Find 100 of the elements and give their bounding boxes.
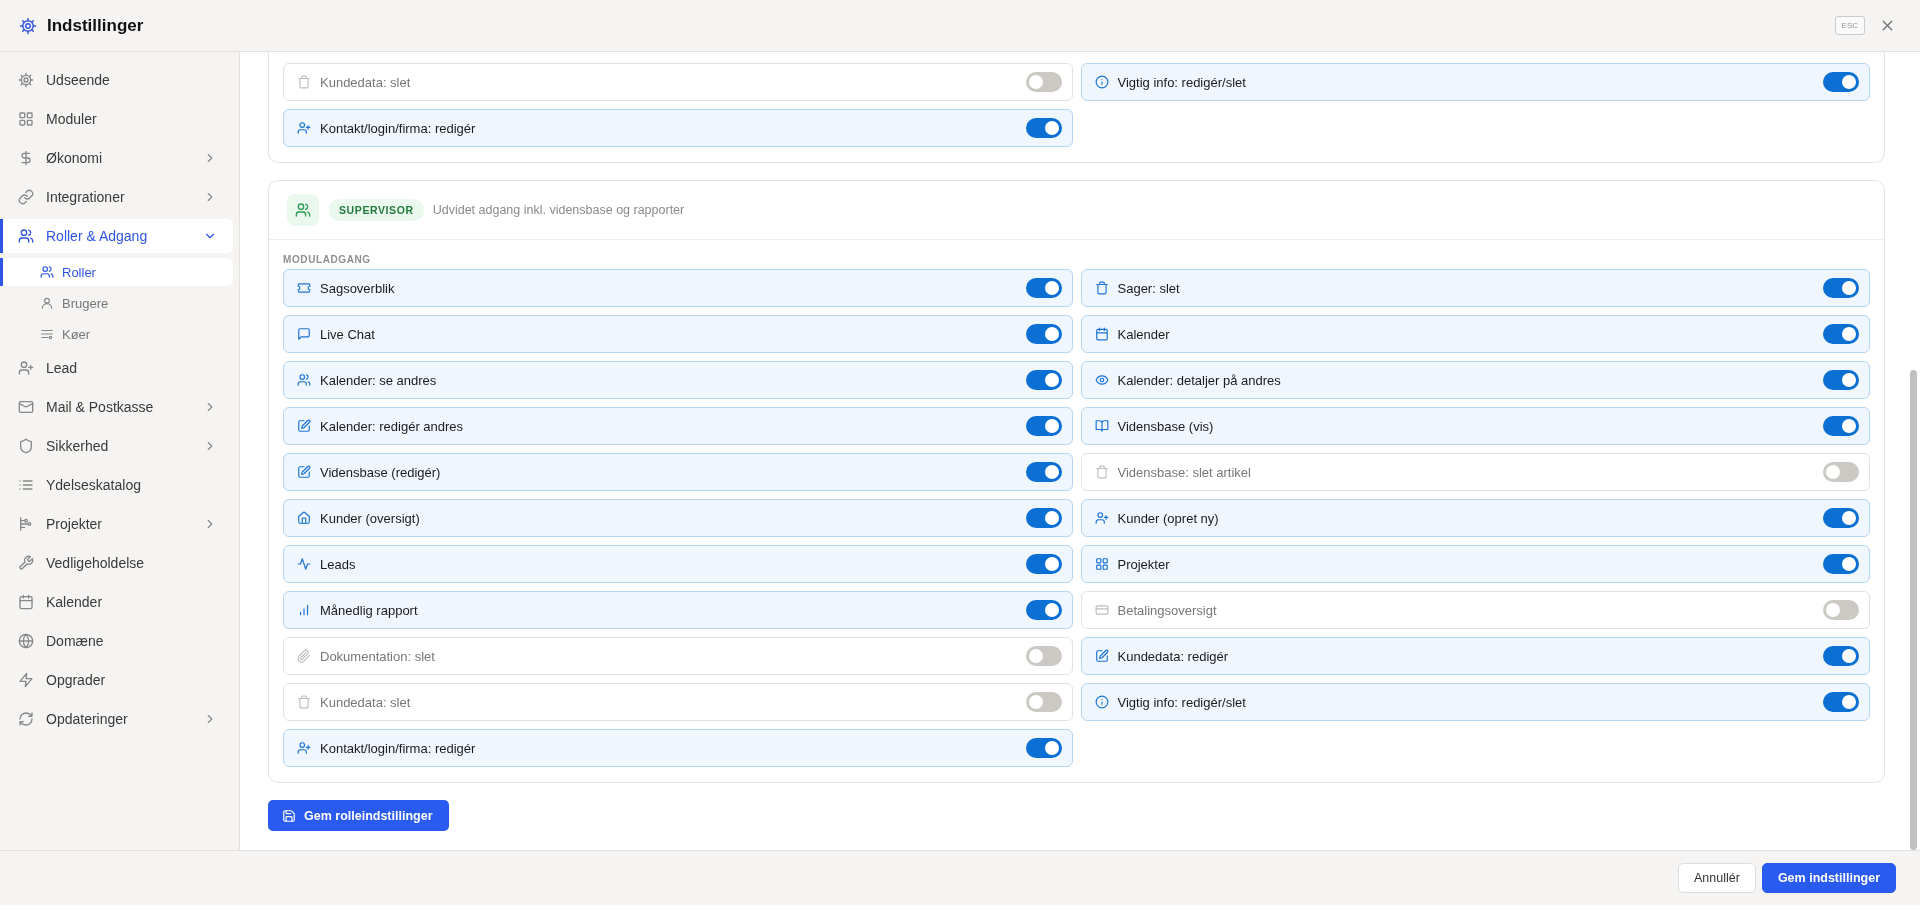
save-icon xyxy=(282,808,296,823)
sidebar-item[interactable]: Sikkerhed xyxy=(0,429,233,463)
book-icon xyxy=(1094,419,1109,433)
sidebar-item[interactable]: Mail & Postkasse xyxy=(0,390,233,424)
sidebar-item[interactable]: Moduler xyxy=(0,102,233,136)
settings-icon xyxy=(18,72,34,88)
edit-icon xyxy=(1094,649,1109,663)
permission-label: Kontakt/login/firma: redigér xyxy=(320,120,477,136)
mail-icon xyxy=(18,399,34,415)
sidebar-item[interactable]: Projekter xyxy=(0,507,233,541)
toggle-switch[interactable] xyxy=(1025,278,1062,298)
user-plus-icon xyxy=(297,121,311,135)
shield-icon xyxy=(18,438,34,454)
toggle-switch[interactable] xyxy=(1025,554,1062,574)
permission-label: Månedlig rapport xyxy=(320,602,419,618)
sidebar-subitem[interactable]: Køer xyxy=(0,320,233,348)
permission-label: Kundedata: slet xyxy=(320,694,412,710)
permission-label: Betalingsoversigt xyxy=(1117,602,1218,618)
toggle-switch[interactable] xyxy=(1025,508,1062,528)
list-icon xyxy=(18,477,34,493)
calendar-icon xyxy=(1094,327,1109,341)
settings-icon xyxy=(19,16,37,35)
trash-icon xyxy=(297,75,311,89)
permission-label: Vidensbase (redigér) xyxy=(320,464,442,480)
sidebar-subitem[interactable]: Brugere xyxy=(0,289,233,317)
trash-icon xyxy=(1094,465,1109,479)
toggle-switch[interactable] xyxy=(1823,324,1859,344)
sidebar-item[interactable]: Opgrader xyxy=(0,663,233,697)
permission-label: Vigtig info: redigér/slet xyxy=(1117,74,1247,90)
permission-label: Vidensbase: slet artikel xyxy=(1117,464,1252,480)
toggle-switch[interactable] xyxy=(1025,462,1062,482)
info-icon xyxy=(1094,695,1109,709)
permission-label: Dokumentation: slet xyxy=(320,648,436,664)
permission-label: Live Chat xyxy=(320,326,376,342)
grid-icon xyxy=(1094,557,1109,571)
users-icon xyxy=(40,265,54,279)
sidebar-item[interactable]: Ydelseskatalog xyxy=(0,468,233,502)
toggle-switch[interactable] xyxy=(1823,692,1859,712)
permission-label: Kundedata: redigér xyxy=(1117,648,1230,664)
cancel-button[interactable]: Annullér xyxy=(1678,863,1756,893)
toggle-switch[interactable] xyxy=(1823,72,1859,92)
toggle-switch[interactable] xyxy=(1823,554,1859,574)
users-icon xyxy=(297,373,311,387)
toggle-switch[interactable] xyxy=(1025,692,1062,712)
toggle-switch[interactable] xyxy=(1823,600,1859,620)
toggle-switch[interactable] xyxy=(1823,370,1859,390)
toggle-switch[interactable] xyxy=(1025,416,1062,436)
toggle-switch[interactable] xyxy=(1025,370,1062,390)
sidebar-subitem[interactable]: Roller xyxy=(0,258,233,286)
toggle-switch[interactable] xyxy=(1025,118,1062,138)
edit-icon xyxy=(297,419,311,433)
sidebar-item[interactable]: Opdateringer xyxy=(0,702,233,736)
sidebar-item[interactable]: Vedligeholdelse xyxy=(0,546,233,580)
save-button[interactable]: Gem indstillinger xyxy=(1761,863,1896,893)
pulse-icon xyxy=(297,557,311,571)
ticket-icon xyxy=(297,281,311,295)
save-role-button[interactable]: Gem rolleindstillinger xyxy=(268,800,449,831)
globe-icon xyxy=(18,633,34,649)
toggle-switch[interactable] xyxy=(1823,278,1859,298)
sidebar-item[interactable]: Domæne xyxy=(0,624,233,658)
toggle-switch[interactable] xyxy=(1823,416,1859,436)
permission-label: Vidensbase (vis) xyxy=(1117,418,1215,434)
toggle-switch[interactable] xyxy=(1025,324,1062,344)
toggle-switch[interactable] xyxy=(1823,646,1859,666)
sidebar-item[interactable]: Lead xyxy=(0,351,233,385)
lightning-icon xyxy=(18,672,34,688)
sidebar-item[interactable]: Udseende xyxy=(0,63,233,97)
toggle-switch[interactable] xyxy=(1025,72,1062,92)
dollar-icon xyxy=(18,150,34,166)
scrollbar[interactable] xyxy=(1909,370,1917,850)
permission-label: Vigtig info: redigér/slet xyxy=(1117,694,1247,710)
users-icon xyxy=(295,202,311,218)
user-icon xyxy=(40,296,54,310)
toggle-switch[interactable] xyxy=(1823,462,1859,482)
keyboard-hint: ESC xyxy=(1834,16,1865,35)
permission-label: Kalender: se andres xyxy=(320,372,438,388)
edit-icon xyxy=(297,465,311,479)
eye-icon xyxy=(1094,373,1109,387)
permission-label: Kunder (oversigt) xyxy=(320,510,421,526)
link-icon xyxy=(18,189,34,205)
toggle-switch[interactable] xyxy=(1823,508,1859,528)
users-icon xyxy=(18,228,34,244)
permission-label: Kontakt/login/firma: redigér xyxy=(320,740,477,756)
branch-icon xyxy=(18,516,34,532)
section-label: MODULADGANG xyxy=(282,253,372,267)
sidebar-item[interactable]: Økonomi xyxy=(0,141,233,175)
sidebar-item[interactable]: Integrationer xyxy=(0,180,233,214)
paperclip-icon xyxy=(297,649,311,663)
toggle-switch[interactable] xyxy=(1025,646,1062,666)
sidebar-item[interactable]: Roller & Adgang xyxy=(0,219,233,253)
sidebar-item[interactable]: Kalender xyxy=(0,585,233,619)
trash-icon xyxy=(1094,281,1109,295)
role-badge: SUPERVISOR xyxy=(329,199,424,221)
refresh-icon xyxy=(18,711,34,727)
permission-label: Sager: slet xyxy=(1117,280,1181,296)
toggle-switch[interactable] xyxy=(1025,600,1062,620)
bar-chart-icon xyxy=(297,603,311,617)
info-icon xyxy=(1094,75,1109,89)
toggle-switch[interactable] xyxy=(1025,738,1062,758)
role-description: Udvidet adgang inkl. vidensbase og rapporter xyxy=(432,203,685,217)
